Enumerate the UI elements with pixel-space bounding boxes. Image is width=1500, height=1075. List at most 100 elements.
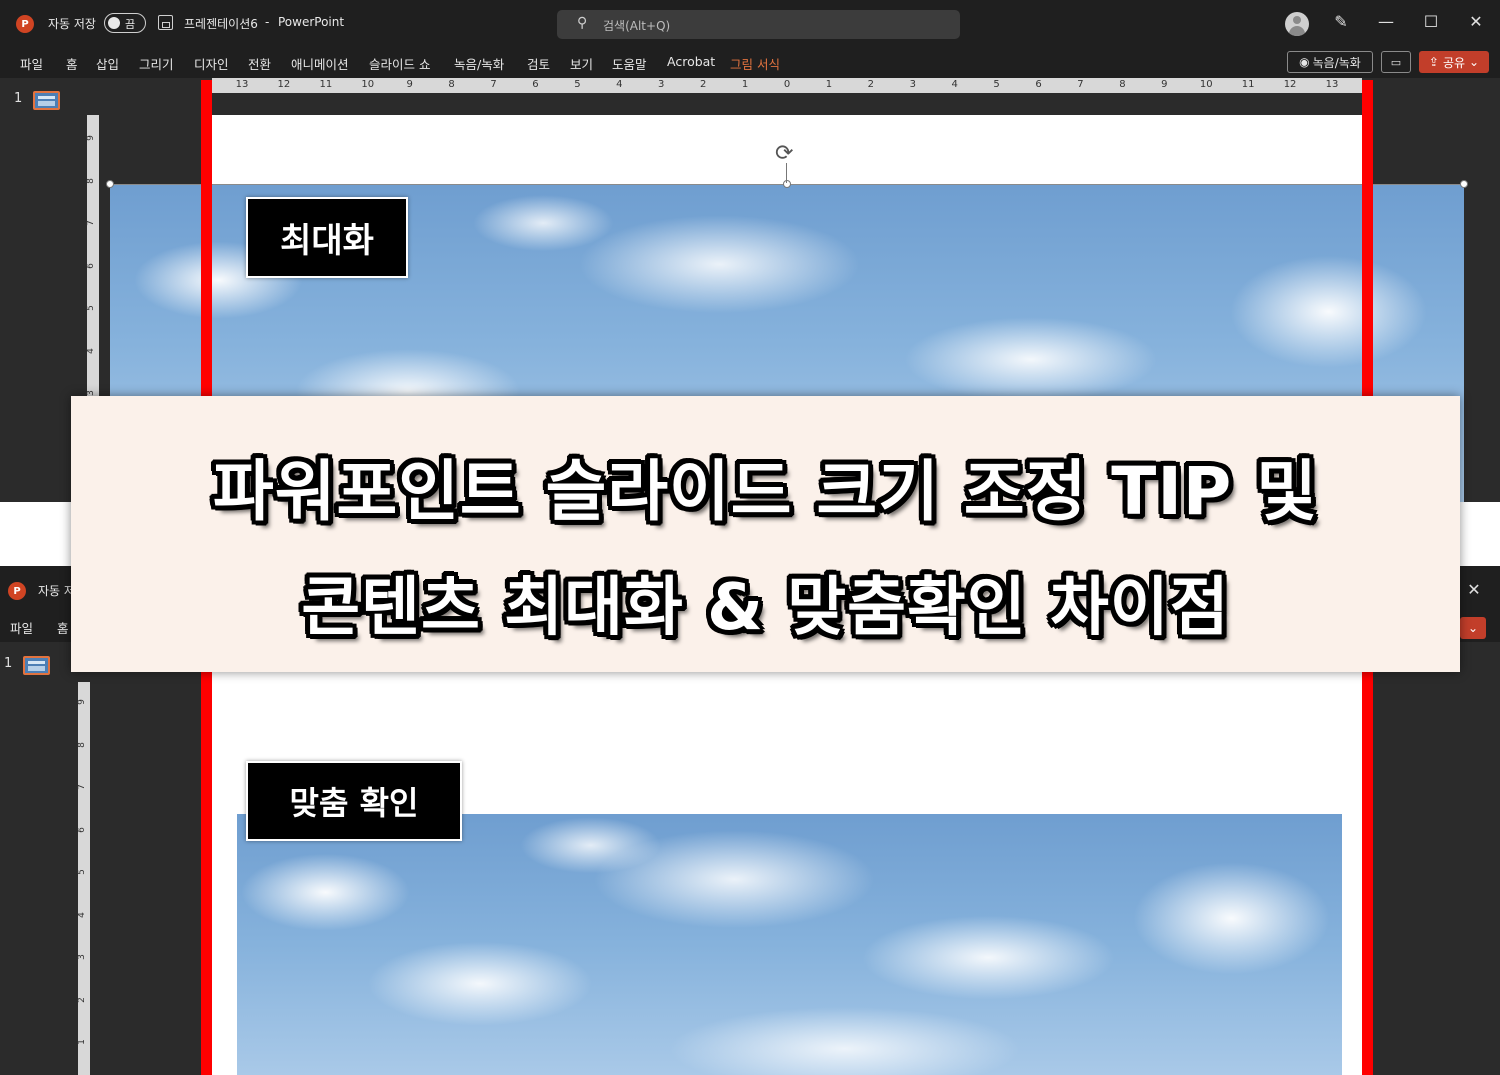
ruler-tick-label: 5 xyxy=(574,79,581,90)
user-avatar[interactable] xyxy=(1285,12,1309,36)
rotate-handle-icon[interactable]: ⟳ xyxy=(775,141,793,166)
share-icon: ⇪ xyxy=(1428,55,1439,69)
powerpoint-logo-icon: P xyxy=(16,15,34,33)
ruler-tick-label: 4 xyxy=(76,911,87,918)
tab-record[interactable]: 녹음/녹화 xyxy=(454,54,504,73)
record-icon: ◉ xyxy=(1299,55,1310,69)
tab-view[interactable]: 보기 xyxy=(570,54,593,73)
close-icon[interactable]: ✕ xyxy=(1466,12,1486,31)
app-name: PowerPoint xyxy=(278,15,345,29)
vertical-ruler: 9 8 7 6 5 4 3 2 1 xyxy=(76,682,90,1075)
minimize-icon[interactable]: — xyxy=(1376,12,1396,31)
share-button[interactable]: ⌄ xyxy=(1460,617,1486,639)
close-icon[interactable]: ✕ xyxy=(1464,580,1484,599)
ruler-tick-label: 1 xyxy=(741,79,749,90)
ruler-tick-label: 7 xyxy=(1077,79,1084,90)
share-button[interactable]: ⇪ 공유 ⌄ xyxy=(1419,51,1489,73)
save-icon[interactable] xyxy=(158,15,173,30)
maximize-label: 최대화 xyxy=(246,197,408,278)
resize-handle[interactable] xyxy=(106,180,114,188)
ruler-tick-label: 12 xyxy=(277,79,291,90)
tab-design[interactable]: 디자인 xyxy=(194,54,229,73)
tab-animations[interactable]: 애니메이션 xyxy=(291,54,349,73)
left-guide-bar xyxy=(201,672,212,1075)
ruler-tick-label: 3 xyxy=(76,954,87,960)
ruler-tick-label: 13 xyxy=(235,79,249,90)
ruler-tick-label: 4 xyxy=(616,79,623,90)
fit-label: 맞춤 확인 xyxy=(246,761,462,841)
horizontal-ruler: 13 12 11 10 9 8 7 6 5 4 3 2 1 0 1 2 3 4 5 6 7 8 9 10 11 12 13 xyxy=(212,78,1362,93)
ruler-tick-label: 11 xyxy=(1241,79,1255,90)
chevron-down-icon: ⌄ xyxy=(1469,55,1480,69)
ruler-tick-label: 6 xyxy=(532,79,539,90)
ruler-tick-label: 2 xyxy=(867,79,875,90)
ruler-tick-label: 1 xyxy=(825,79,833,90)
tab-transitions[interactable]: 전환 xyxy=(248,54,271,73)
ruler-tick-label: 6 xyxy=(1035,79,1042,90)
ruler-tick-label: 7 xyxy=(490,79,497,90)
ruler-tick-label: 8 xyxy=(448,79,455,90)
tab-help[interactable]: 도움말 xyxy=(612,54,647,73)
search-placeholder: 검색(Alt+Q) xyxy=(603,19,671,33)
pen-icon[interactable]: ✎ xyxy=(1331,12,1351,31)
rotate-stem xyxy=(786,163,787,183)
slide-thumbnail-number: 1 xyxy=(14,91,23,106)
ruler-tick-label: 13 xyxy=(1325,79,1339,90)
slide-thumbnail[interactable] xyxy=(33,91,60,110)
title-separator: - xyxy=(265,15,270,29)
ruler-tick-label: 9 xyxy=(1161,79,1168,90)
ruler-tick-label: 9 xyxy=(406,79,413,90)
ribbon-tabs: 파일 홈 삽입 그리기 디자인 전환 애니메이션 슬라이드 쇼 녹음/녹화 검토… xyxy=(0,46,1500,78)
document-title: 프레젠테이션6 xyxy=(184,17,258,31)
ruler-tick-label: 3 xyxy=(658,79,665,90)
ruler-tick-label: 9 xyxy=(85,135,96,141)
ruler-tick-label: 4 xyxy=(951,79,958,90)
autosave-label: 자동 저 xyxy=(38,584,75,598)
banner-title-line2: 콘텐츠 최대화 & 맞춤확인 차이점 xyxy=(301,571,1230,645)
comment-button[interactable]: ▭ xyxy=(1381,51,1411,73)
ruler-tick-label: 1 xyxy=(76,1039,87,1045)
ruler-tick-label: 0 xyxy=(783,79,791,90)
title-banner: 파워포인트 슬라이드 크기 조정 TIP 및 콘텐츠 최대화 & 맞춤확인 차이… xyxy=(71,396,1460,672)
ruler-tick-label: 6 xyxy=(85,262,96,269)
resize-handle[interactable] xyxy=(1460,180,1468,188)
ruler-tick-label: 5 xyxy=(993,79,1000,90)
tab-home[interactable]: 홈 xyxy=(57,618,69,637)
tab-review[interactable]: 검토 xyxy=(527,54,550,73)
tab-acrobat[interactable]: Acrobat xyxy=(667,54,715,69)
ruler-tick-label: 5 xyxy=(76,869,87,875)
search-box[interactable]: ⚲ 검색(Alt+Q) xyxy=(557,10,960,39)
ruler-tick-label: 6 xyxy=(76,826,87,833)
toggle-state: 끔 xyxy=(125,18,136,31)
record-button-label: 녹음/녹화 xyxy=(1312,55,1361,70)
ruler-tick-label: 8 xyxy=(76,741,87,748)
toggle-knob xyxy=(108,17,120,29)
search-icon: ⚲ xyxy=(577,15,588,31)
ruler-tick-label: 5 xyxy=(85,305,96,311)
tab-slideshow[interactable]: 슬라이드 쇼 xyxy=(369,54,430,73)
tab-home[interactable]: 홈 xyxy=(66,54,78,73)
autosave-toggle[interactable]: 끔 xyxy=(104,13,146,33)
ruler-tick-label: 3 xyxy=(85,390,96,396)
ruler-tick-label: 12 xyxy=(1283,79,1297,90)
resize-handle[interactable] xyxy=(783,180,791,188)
tab-file[interactable]: 파일 xyxy=(20,54,43,73)
ruler-tick-label: 2 xyxy=(76,996,87,1003)
record-button[interactable]: ◉ 녹음/녹화 xyxy=(1287,51,1373,73)
tab-draw[interactable]: 그리기 xyxy=(139,54,174,73)
ruler-tick-label: 8 xyxy=(1119,79,1126,90)
sky-picture[interactable] xyxy=(237,814,1342,1075)
ruler-tick-label: 2 xyxy=(699,79,707,90)
ruler-tick-label: 4 xyxy=(85,347,96,354)
tab-file[interactable]: 파일 xyxy=(10,618,33,637)
tab-picture-format[interactable]: 그림 서식 xyxy=(730,54,780,73)
ruler-tick-label: 9 xyxy=(76,699,87,705)
slide-thumbnail[interactable] xyxy=(23,656,50,675)
share-button-label: 공유 xyxy=(1442,55,1466,70)
comment-icon: ▭ xyxy=(1390,55,1402,69)
banner-title-line1: 파워포인트 슬라이드 크기 조정 TIP 및 xyxy=(213,453,1318,530)
right-guide-bar xyxy=(1362,672,1373,1075)
maximize-icon[interactable]: ☐ xyxy=(1421,12,1441,31)
tab-insert[interactable]: 삽입 xyxy=(96,54,119,73)
ruler-tick-label: 7 xyxy=(76,784,87,790)
